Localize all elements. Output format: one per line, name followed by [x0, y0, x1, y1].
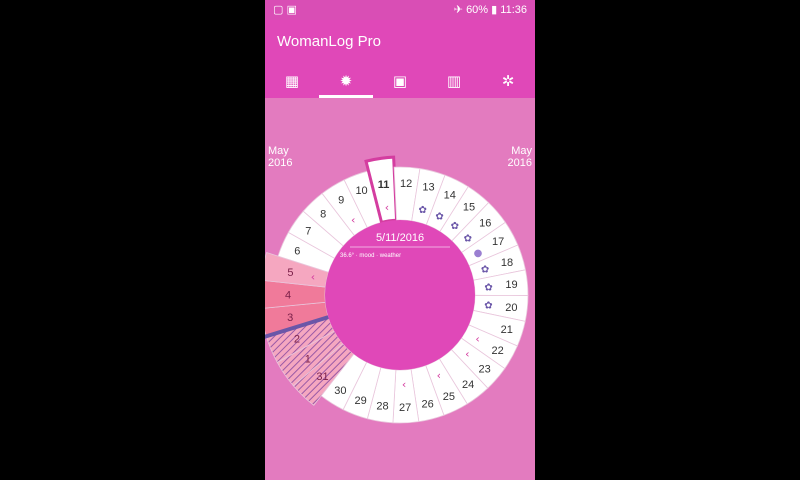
day-label-5: 5	[287, 267, 293, 279]
tab-cycle[interactable]: ✹	[319, 64, 373, 98]
clock: 11:36	[500, 4, 527, 16]
day-label-14: 14	[444, 190, 456, 202]
settings-icon: ✲	[501, 73, 515, 90]
day-label-19: 19	[505, 279, 517, 291]
fertile-icon: ✿	[464, 233, 472, 244]
day-label-2: 2	[294, 334, 300, 346]
chevron-icon: ‹	[351, 213, 355, 226]
day-label-18: 18	[501, 257, 513, 269]
day-label-13: 13	[422, 182, 434, 194]
day-label-27: 27	[399, 402, 411, 414]
fertile-icon: ✿	[484, 282, 492, 293]
day-label-9: 9	[338, 195, 344, 207]
day-label-10: 10	[355, 185, 367, 197]
day-label-8: 8	[320, 208, 326, 220]
day-label-30: 30	[334, 385, 346, 397]
day-label-20: 20	[505, 302, 517, 314]
day-label-15: 15	[463, 202, 475, 214]
battery-percent: 60%	[466, 4, 489, 16]
airplane-icon: ✈	[453, 4, 463, 16]
cycle-icon: ✹	[339, 73, 353, 90]
day-notes: 36.6° · mood · weather	[340, 253, 402, 259]
day-label-3: 3	[287, 312, 293, 324]
day-label-6: 6	[294, 245, 300, 257]
fertile-icon: ✿	[481, 265, 489, 276]
app-bar: WomanLog Pro ▦ ✹ ▣ ▥ ✲	[265, 20, 535, 98]
day-label-21: 21	[501, 324, 513, 336]
cycle-wheel[interactable]: 3112345 ‹6789‹10 11‹12 13✿14✿15✿ 16✿ 17●18✿19…	[265, 140, 535, 440]
app-title: WomanLog Pro	[277, 33, 381, 50]
day-label-31: 31	[316, 371, 328, 383]
day-label-11: 11	[378, 179, 390, 191]
chevron-icon: ‹	[385, 201, 389, 214]
day-label-26: 26	[421, 399, 433, 411]
status-right: ✈ 60% ▮ 11:36	[454, 3, 527, 16]
day-label-29: 29	[355, 395, 367, 407]
selected-date: 5/11/2016	[375, 232, 425, 244]
fertile-icon: ✿	[451, 221, 459, 232]
calendar-icon: ▦	[284, 73, 300, 90]
phone-screen: ▢ ▣ ✈ 60% ▮ 11:36 WomanLog Pro ▦ ✹ ▣ ▥ ✲…	[265, 0, 535, 480]
day-label-4: 4	[285, 289, 291, 301]
day-label-12: 12	[400, 178, 412, 190]
day-label-16: 16	[479, 217, 491, 229]
day-label-17: 17	[492, 236, 504, 248]
gallery-icon: ▣	[286, 4, 297, 16]
day-label-23: 23	[479, 363, 491, 375]
status-bar: ▢ ▣ ✈ 60% ▮ 11:36	[265, 0, 535, 20]
day-label-1: 1	[305, 354, 311, 366]
tab-notes[interactable]: ▣	[373, 64, 427, 98]
day-label-24: 24	[462, 379, 474, 391]
fertile-icon: ✿	[484, 300, 492, 311]
day-label-28: 28	[376, 401, 388, 413]
tab-calendar[interactable]: ▦	[265, 64, 319, 98]
chevron-icon: ‹	[437, 369, 441, 382]
ovulation-icon: ●	[474, 248, 483, 259]
fertile-icon: ✿	[419, 205, 427, 216]
tab-settings[interactable]: ✲	[481, 64, 535, 98]
battery-icon: ▮	[491, 4, 498, 16]
chevron-icon: ‹	[311, 271, 315, 284]
stats-icon: ▥	[446, 73, 462, 90]
chevron-icon: ‹	[465, 347, 469, 360]
day-label-25: 25	[443, 391, 455, 403]
day-label-22: 22	[492, 345, 504, 357]
notification-icon: ▢	[273, 4, 284, 16]
chevron-icon: ‹	[475, 333, 479, 346]
notes-icon: ▣	[392, 73, 408, 90]
day-label-7: 7	[305, 226, 311, 238]
chevron-icon: ‹	[402, 378, 406, 391]
status-left-icons: ▢ ▣	[273, 3, 297, 16]
fertile-icon: ✿	[435, 211, 443, 222]
tab-stats[interactable]: ▥	[427, 64, 481, 98]
